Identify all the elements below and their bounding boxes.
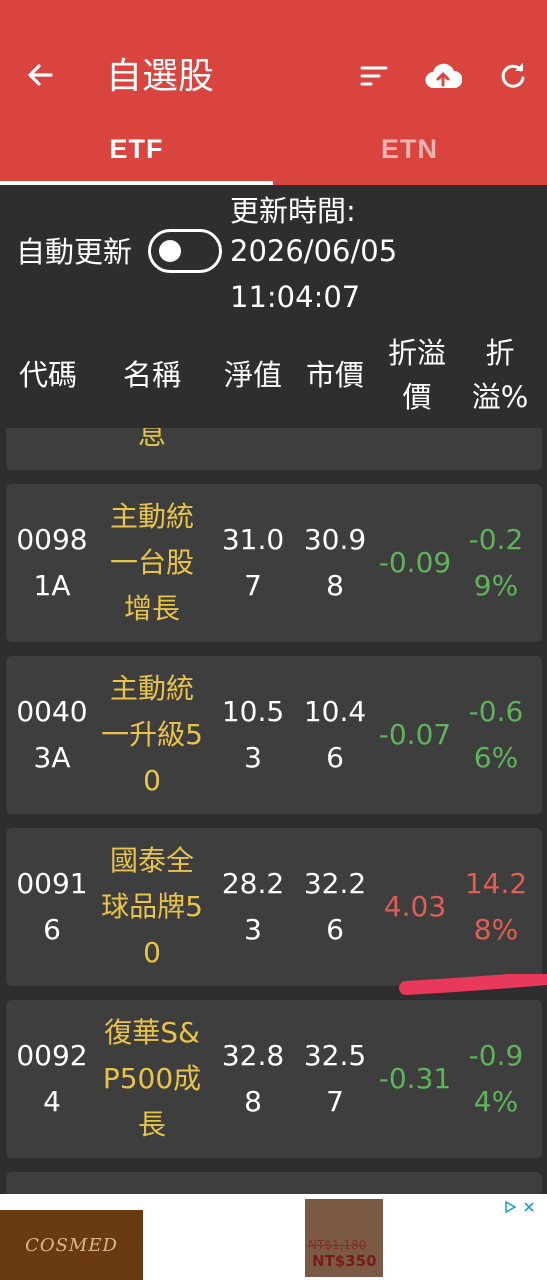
stock-nav: 10.53 <box>221 695 285 774</box>
list-item[interactable]: 00916 國泰全球品牌50 28.23 32.26 4.03 14.28% <box>6 828 542 986</box>
ad-brand-logo: COSMED <box>25 1234 118 1256</box>
ad-banner[interactable]: COSMED NT$1,180 NT$350 <box>0 1194 547 1280</box>
stock-nav: 31.07 <box>221 523 285 602</box>
stock-code: 00981A <box>16 523 88 602</box>
upload-button[interactable] <box>423 56 463 96</box>
stock-price: 32.57 <box>303 1039 367 1118</box>
ad-choices[interactable] <box>503 1198 539 1216</box>
list-item[interactable]: 00403A 主動統一升級50 10.53 10.46 -0.07 -0.66% <box>6 656 542 814</box>
stock-diff: 4.03 <box>383 890 447 923</box>
list-item[interactable]: 00924 復華S&P500成長 32.88 32.57 -0.31 -0.94… <box>6 1000 542 1158</box>
ad-price-old: NT$1,180 <box>308 1238 367 1252</box>
stock-name: 主動統一台股增長 <box>109 500 194 625</box>
stock-name: 息 <box>137 428 166 451</box>
stock-pct: -0.29% <box>468 523 524 602</box>
tab-etn[interactable]: ETN <box>273 125 546 173</box>
stock-name: 復華S&P500成長 <box>102 1016 202 1141</box>
stock-code: 00403A <box>16 695 88 774</box>
col-header-pct-line2: 溢% <box>471 380 529 414</box>
page-title: 自選股 <box>106 56 215 97</box>
sort-icon <box>360 66 388 86</box>
col-header-price[interactable]: 市價 <box>298 330 372 420</box>
stock-code: 00924 <box>16 1039 88 1118</box>
ad-brand-panel[interactable]: COSMED <box>0 1210 143 1280</box>
update-time: 11:04:07 <box>230 280 361 314</box>
stock-price: 30.98 <box>303 523 367 602</box>
stock-pct: -0.94% <box>468 1039 524 1118</box>
tab-etf[interactable]: ETF <box>0 125 273 173</box>
stock-pct: 14.28% <box>464 867 528 946</box>
col-header-nav[interactable]: 淨值 <box>216 330 290 420</box>
stock-diff: -0.31 <box>378 1062 452 1095</box>
swipe-hint-stroke <box>399 974 547 995</box>
col-header-diff-line2: 價 <box>402 380 432 414</box>
refresh-icon <box>501 63 525 88</box>
stock-diff: -0.09 <box>378 546 452 579</box>
stock-code: 00916 <box>16 867 88 946</box>
col-header-name[interactable]: 名稱 <box>100 330 204 420</box>
stock-name: 國泰全球品牌50 <box>101 844 203 969</box>
col-header-diff[interactable]: 折溢 價 <box>376 330 458 420</box>
col-header-pct[interactable]: 折 溢% <box>460 330 540 420</box>
stock-nav: 28.23 <box>221 867 285 946</box>
update-date: 2026/06/05 <box>230 234 398 268</box>
stock-diff: -0.07 <box>378 718 452 751</box>
stock-pct: -0.66% <box>468 695 524 774</box>
list-item-partial[interactable] <box>6 1172 542 1194</box>
list-item[interactable]: 00981A 主動統一台股增長 31.07 30.98 -0.09 -0.29% <box>6 484 542 642</box>
back-button[interactable] <box>22 52 58 98</box>
col-header-diff-line1: 折溢 <box>387 336 446 370</box>
etf-list[interactable]: 息 00981A 主動統一台股增長 31.07 30.98 -0.09 -0.2… <box>0 428 547 1194</box>
auto-update-label: 自動更新 <box>16 235 133 269</box>
sort-button[interactable] <box>354 56 394 96</box>
tab-indicator <box>0 181 273 185</box>
close-icon[interactable] <box>523 1201 535 1213</box>
app-bar: 自選股 ETF ETN <box>0 0 547 185</box>
ad-choices-icon <box>505 1200 517 1214</box>
stock-nav: 32.88 <box>221 1039 285 1118</box>
col-header-pct-line1: 折 <box>485 336 515 370</box>
list-item-partial[interactable]: 息 <box>6 428 542 470</box>
toggle-knob <box>159 240 181 262</box>
auto-update-toggle[interactable] <box>148 229 222 273</box>
update-time-label: 更新時間: <box>230 194 356 228</box>
ad-price-new: NT$350 <box>312 1252 377 1270</box>
stock-price: 10.46 <box>303 695 367 774</box>
arrow-left-icon <box>28 64 53 86</box>
stock-name: 主動統一升級50 <box>101 672 203 797</box>
refresh-button[interactable] <box>493 56 533 96</box>
cloud-upload-icon <box>425 63 462 89</box>
col-header-code[interactable]: 代碼 <box>8 330 88 420</box>
stock-price: 32.26 <box>303 867 367 946</box>
